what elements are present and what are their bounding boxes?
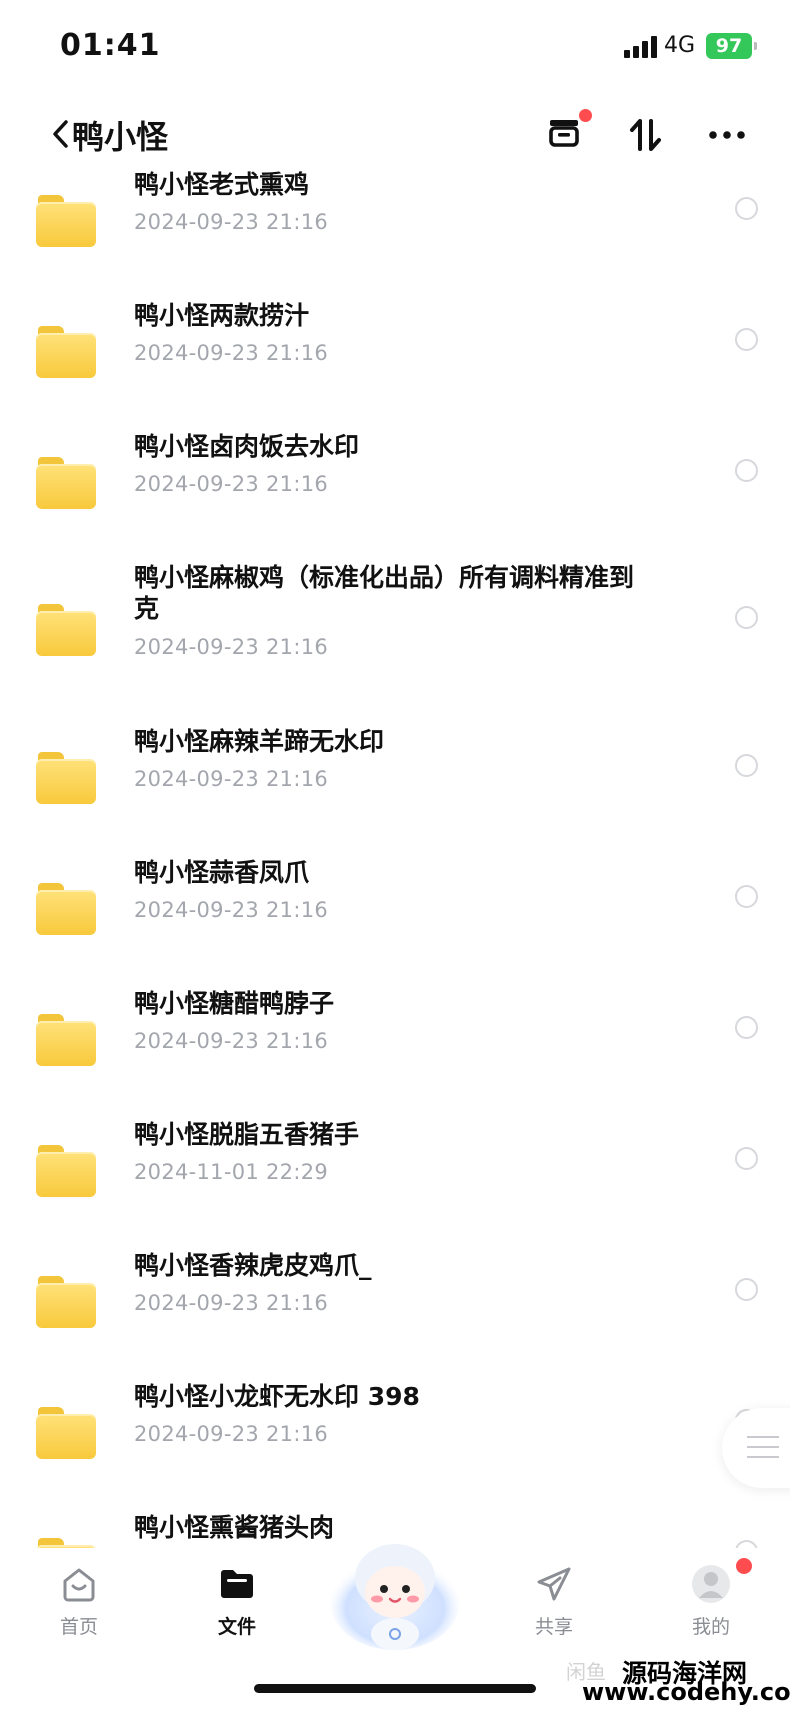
select-radio[interactable] [735,328,758,351]
folder-icon [36,1407,96,1459]
home-icon [63,1568,95,1602]
folder-date: 2024-09-23 21:16 [134,1422,329,1446]
select-radio[interactable] [735,1147,758,1170]
status-time: 01:41 [60,28,161,63]
tab-files-label: 文件 [217,1616,256,1638]
folder-name: 鸭小怪两款捞汁 [134,301,310,330]
folder-date: 2024-09-23 21:16 [134,1029,329,1053]
select-radio[interactable] [735,1016,758,1039]
folder-name: 鸭小怪老式熏鸡 [134,170,310,199]
tab-files[interactable]: 文件 [177,1548,297,1658]
folder-icon [221,1570,253,1598]
profile-notification-dot [736,1558,752,1574]
folder-date: 2024-09-23 21:16 [134,1291,329,1315]
folder-row[interactable]: 鸭小怪麻椒鸡（标准化出品）所有调料精准到克 2024-09-23 21:16 [0,548,790,712]
folder-name: 鸭小怪卤肉饭去水印 [134,432,360,461]
file-list: 鸭小怪老式熏鸡 2024-09-23 21:16 鸭小怪两款捞汁 2024-09… [0,160,790,1550]
back-chevron-icon[interactable] [50,119,72,149]
sort-arrows-icon [630,119,661,151]
folder-icon [36,604,96,656]
folder-icon [36,1145,96,1197]
transfer-list-button[interactable] [540,109,592,161]
select-radio[interactable] [735,459,758,482]
folder-date: 2024-09-23 21:16 [134,341,329,365]
folder-row[interactable]: 鸭小怪两款捞汁 2024-09-23 21:16 [0,286,790,417]
folder-row[interactable]: 鸭小怪麻辣羊蹄无水印 2024-09-23 21:16 [0,712,790,843]
folder-row[interactable]: 鸭小怪蒜香凤爪 2024-09-23 21:16 [0,843,790,974]
folder-date: 2024-09-23 21:16 [134,767,329,791]
folder-date: 2024-09-23 21:16 [134,472,329,496]
select-radio[interactable] [735,197,758,220]
notification-dot [579,109,592,122]
share-icon [537,1567,571,1601]
folder-row[interactable]: 鸭小怪老式熏鸡 2024-09-23 21:16 [0,160,790,286]
folder-row[interactable]: 鸭小怪糖醋鸭脖子 2024-09-23 21:16 [0,974,790,1105]
folder-icon [36,195,96,247]
folder-name: 鸭小怪麻椒鸡（标准化出品）所有调料精准到克 [134,563,635,623]
signal-icon [624,36,658,58]
folder-icon [36,457,96,509]
folder-icon [36,1276,96,1328]
tab-share-label: 共享 [534,1616,573,1638]
more-options-button[interactable] [701,109,753,161]
page-title: 鸭小怪 [72,118,169,156]
more-dots-icon [709,131,745,139]
folder-name: 鸭小怪小龙虾无水印 398 [134,1382,420,1411]
folder-name: 鸭小怪蒜香凤爪 [134,858,310,887]
folder-row[interactable]: 鸭小怪小龙虾无水印 398 2024-09-23 21:16 [0,1367,790,1498]
tab-home-label: 首页 [59,1616,98,1638]
folder-icon [36,326,96,378]
select-radio[interactable] [735,606,758,629]
status-bar: 01:41 4G 97 [0,0,790,95]
select-radio[interactable] [735,885,758,908]
tab-profile[interactable]: 我的 [651,1548,771,1658]
avatar-icon [692,1565,730,1603]
folder-date: 2024-09-23 21:16 [134,898,329,922]
tab-home[interactable]: 首页 [19,1548,139,1658]
assistant-mascot-button[interactable] [327,1526,463,1656]
folder-date: 2024-09-23 21:16 [134,635,329,659]
watermark-line-2: www.codehy.com [582,1678,790,1706]
folder-date: 2024-11-01 22:29 [134,1160,329,1184]
folder-row[interactable]: 鸭小怪香辣虎皮鸡爪_ 2024-09-23 21:16 [0,1236,790,1367]
folder-icon [36,752,96,804]
tab-share[interactable]: 共享 [494,1548,614,1658]
folder-icon [36,883,96,935]
select-radio[interactable] [735,754,758,777]
folder-name: 鸭小怪麻辣羊蹄无水印 [134,727,385,756]
home-indicator [254,1684,536,1693]
select-radio[interactable] [735,1278,758,1301]
folder-icon [36,1014,96,1066]
folder-row[interactable]: 鸭小怪卤肉饭去水印 2024-09-23 21:16 [0,417,790,548]
sort-button[interactable] [620,109,672,161]
tab-profile-label: 我的 [691,1616,730,1638]
mascot-icon [331,1544,459,1650]
folder-name: 鸭小怪香辣虎皮鸡爪_ [134,1251,372,1280]
battery-icon: 97 [706,33,757,59]
folder-name: 鸭小怪脱脂五香猪手 [134,1120,360,1149]
folder-name: 鸭小怪糖醋鸭脖子 [134,989,335,1018]
folder-row[interactable]: 鸭小怪脱脂五香猪手 2024-11-01 22:29 [0,1105,790,1236]
network-type: 4G [664,33,696,58]
folder-date: 2024-09-23 21:16 [134,210,329,234]
